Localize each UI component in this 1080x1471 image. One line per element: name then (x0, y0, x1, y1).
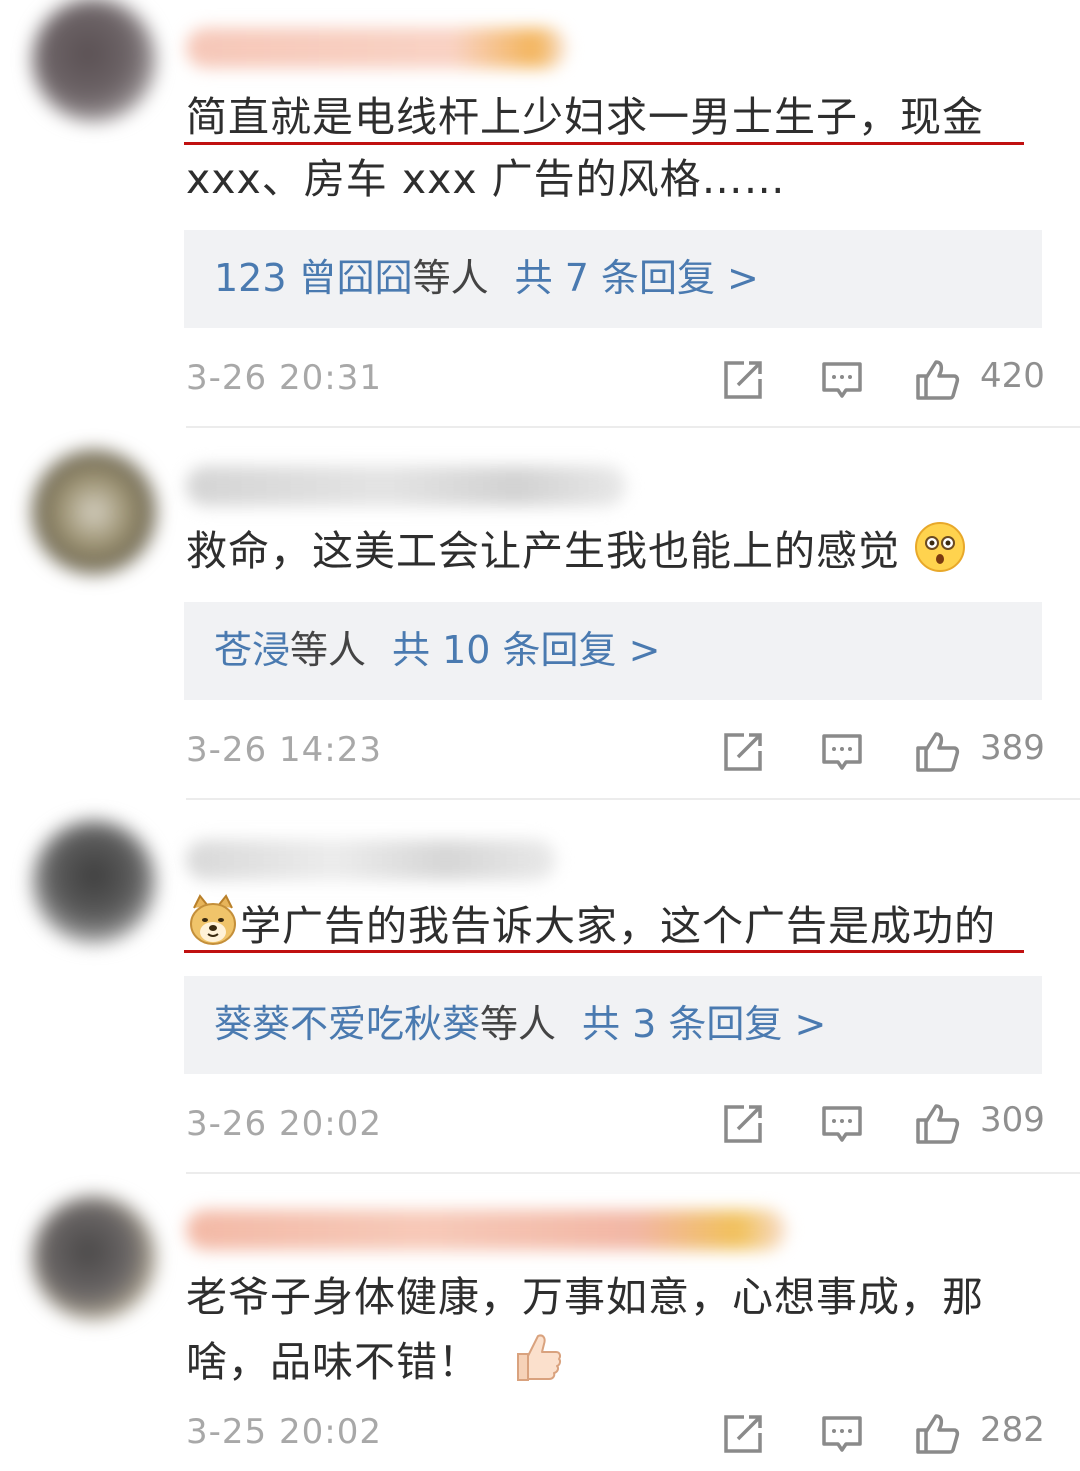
action-bar: 389 (718, 728, 1048, 778)
comment-icon[interactable] (820, 1412, 864, 1456)
comment-icon[interactable] (820, 358, 864, 402)
like-count: 282 (980, 1410, 1045, 1450)
red-underline (184, 950, 1024, 953)
like-count: 309 (980, 1100, 1045, 1140)
reply-names[interactable]: 葵葵不爱吃秋葵 (214, 1002, 480, 1046)
comment-text-line: 学广告的我告诉大家，这个广告是成功的 (240, 902, 996, 950)
comment-text-line-with-emoji: 救命，这美工会让产生我也能上的感觉 (186, 520, 1036, 582)
reply-others-label: 等人 (480, 1002, 557, 1046)
reply-names[interactable]: 123 曾囧囧 (214, 256, 413, 300)
comment-text: 救命，这美工会让产生我也能上的感觉 (186, 520, 1036, 582)
reply-count-link[interactable]: 共 3 条回复 > (582, 1002, 826, 1046)
username[interactable] (186, 1210, 786, 1250)
reply-summary[interactable]: 苍浸等人共 10 条回复 > (184, 602, 1042, 700)
astonished-face-emoji (915, 522, 966, 572)
reply-others-label: 等人 (290, 628, 367, 672)
comment-text-line: 老爷子身体健康，万事如意，心想事成，那 (186, 1273, 984, 1321)
comment-text-line-with-emoji: 学广告的我告诉大家，这个广告是成功的 (186, 894, 1036, 957)
action-bar: 420 (718, 356, 1048, 406)
comment-text: 学广告的我告诉大家，这个广告是成功的 (186, 894, 1036, 957)
divider (186, 426, 1080, 428)
share-icon[interactable] (720, 1412, 766, 1456)
timestamp: 3-25 20:02 (186, 1412, 382, 1452)
reply-count-link[interactable]: 共 10 条回复 > (392, 628, 660, 672)
comment-text: 简直就是电线杆上少妇求一男士生子，现金 xxx、房车 xxx 广告的风格…… (186, 86, 1036, 210)
timestamp: 3-26 14:23 (186, 730, 382, 770)
share-icon[interactable] (720, 1102, 766, 1146)
avatar[interactable] (32, 1196, 156, 1320)
like-icon[interactable] (914, 730, 960, 774)
comment-text-line: 啥，品味不错！ (186, 1338, 480, 1386)
red-underline (184, 142, 1024, 145)
divider (186, 798, 1080, 800)
username[interactable] (186, 28, 566, 68)
action-bar: 282 (718, 1410, 1048, 1460)
comment-text-line-with-emoji: 啥，品味不错！ (186, 1328, 1036, 1393)
avatar[interactable] (32, 820, 156, 944)
username[interactable] (186, 840, 556, 880)
like-count: 389 (980, 728, 1045, 768)
reply-count-link[interactable]: 共 7 条回复 > (515, 256, 759, 300)
action-bar: 309 (718, 1100, 1048, 1150)
comment-text-line: 简直就是电线杆上少妇求一男士生子，现金 (186, 93, 984, 141)
reply-names[interactable]: 苍浸 (214, 628, 290, 672)
timestamp: 3-26 20:02 (186, 1104, 382, 1144)
comment-icon[interactable] (820, 730, 864, 774)
share-icon[interactable] (720, 730, 766, 774)
timestamp: 3-26 20:31 (186, 358, 382, 398)
like-count: 420 (980, 356, 1045, 396)
avatar[interactable] (32, 0, 156, 122)
comment-text-line: 救命，这美工会让产生我也能上的感觉 (186, 527, 900, 575)
reply-others-label: 等人 (412, 256, 489, 300)
reply-summary[interactable]: 123 曾囧囧等人共 7 条回复 > (184, 230, 1042, 328)
comment-text: 老爷子身体健康，万事如意，心想事成，那 啥，品味不错！ (186, 1266, 1036, 1393)
like-icon[interactable] (914, 1102, 960, 1146)
username[interactable] (186, 466, 626, 506)
comment-icon[interactable] (820, 1102, 864, 1146)
share-icon[interactable] (720, 358, 766, 402)
like-icon[interactable] (914, 1412, 960, 1456)
reply-summary[interactable]: 葵葵不爱吃秋葵等人共 3 条回复 > (184, 976, 1042, 1074)
doge-emoji (190, 894, 236, 945)
avatar[interactable] (32, 450, 156, 574)
comment-text-line: xxx、房车 xxx 广告的风格…… (186, 155, 786, 203)
thumbs-up-emoji (517, 1334, 562, 1381)
like-icon[interactable] (914, 358, 960, 402)
divider (186, 1172, 1080, 1174)
